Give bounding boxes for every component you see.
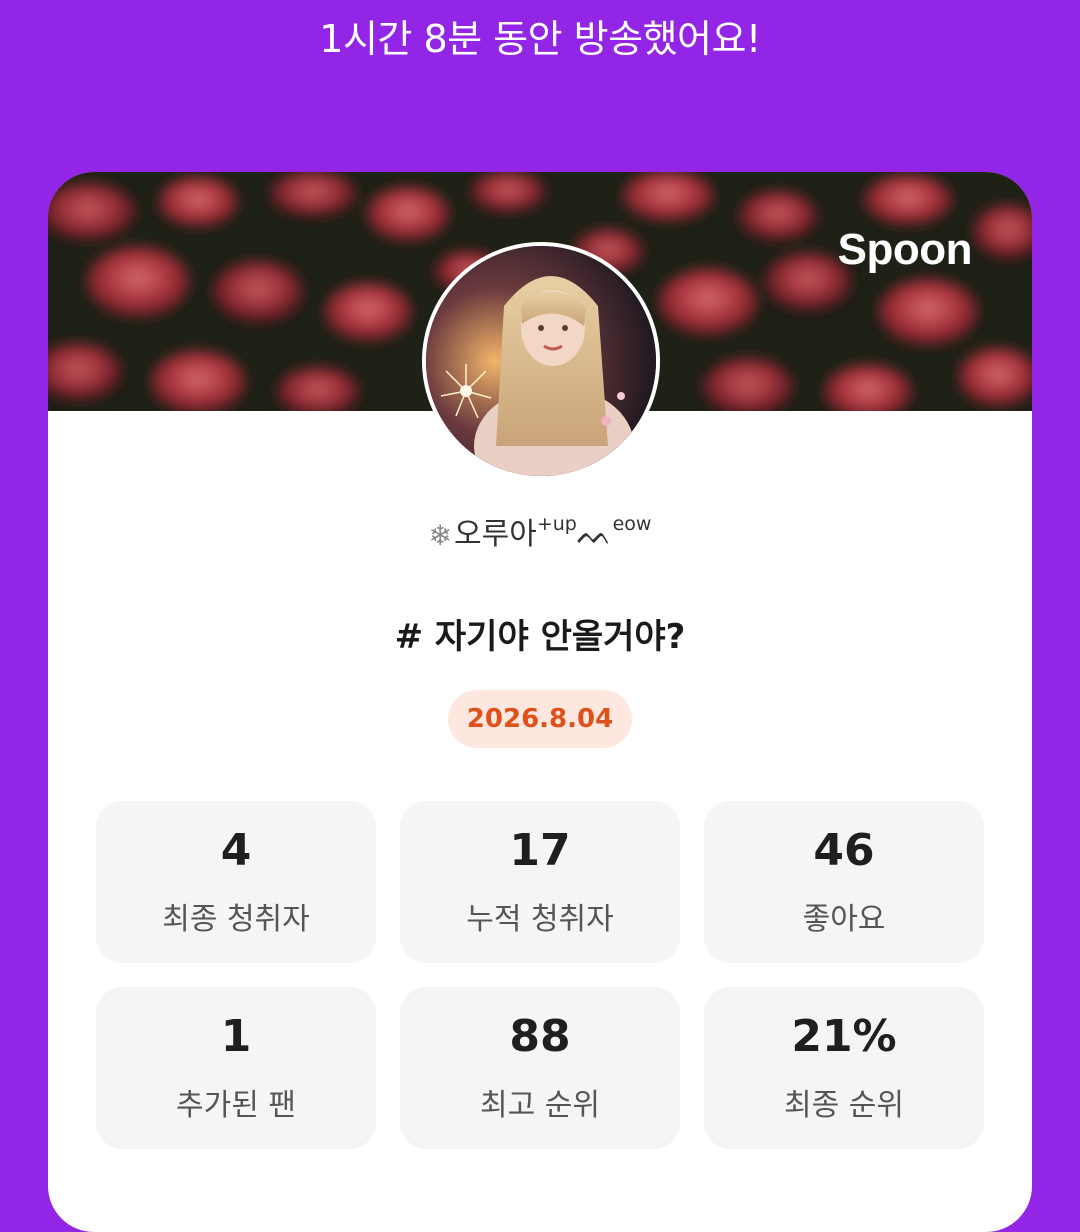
broadcast-title: # 자기야 안올거야? bbox=[394, 617, 686, 657]
broadcast-date-badge: 2026.8.04 bbox=[448, 690, 632, 748]
stat-label: 최종 청취자 bbox=[162, 902, 310, 937]
stat-label: 최고 순위 bbox=[480, 1088, 600, 1123]
stat-new-fans: 1 추가된 팬 bbox=[96, 987, 376, 1149]
nickname-meow-prefix: ᨓ bbox=[576, 517, 613, 552]
nickname-up-suffix: +up bbox=[536, 513, 577, 535]
stat-value: 1 bbox=[220, 1011, 252, 1062]
stat-likes: 46 좋아요 bbox=[704, 801, 984, 963]
stat-value: 4 bbox=[220, 825, 252, 876]
streamer-nickname: ❄오루아+upᨓeow bbox=[48, 502, 1032, 558]
profile-avatar[interactable] bbox=[422, 242, 660, 480]
avatar-image bbox=[426, 246, 656, 476]
snowflake-icon: ❄ bbox=[428, 518, 452, 552]
nickname-main: 오루아 bbox=[454, 517, 537, 552]
stat-value: 88 bbox=[509, 1011, 571, 1062]
stat-value: 17 bbox=[509, 825, 571, 876]
stat-final-rank: 21% 최종 순위 bbox=[704, 987, 984, 1149]
broadcast-duration-headline: 1시간 8분 동안 방송했어요! bbox=[319, 17, 761, 61]
stat-value: 21% bbox=[791, 1011, 897, 1062]
stat-label: 최종 순위 bbox=[784, 1088, 904, 1123]
broadcast-summary-card: Spoon ❄오루아+upᨓeow # 자기야 안올거야? 2026.8.04 … bbox=[48, 172, 1032, 1232]
stat-label: 좋아요 bbox=[802, 902, 886, 937]
stat-label: 누적 청취자 bbox=[466, 902, 614, 937]
stat-total-listeners: 17 누적 청취자 bbox=[400, 801, 680, 963]
stat-label: 추가된 팬 bbox=[176, 1088, 296, 1123]
nickname-meow-suffix: eow bbox=[612, 513, 652, 535]
stat-final-listeners: 4 최종 청취자 bbox=[96, 801, 376, 963]
stat-value: 46 bbox=[813, 825, 875, 876]
spoon-logo: Spoon bbox=[837, 225, 973, 274]
stat-best-rank: 88 최고 순위 bbox=[400, 987, 680, 1149]
